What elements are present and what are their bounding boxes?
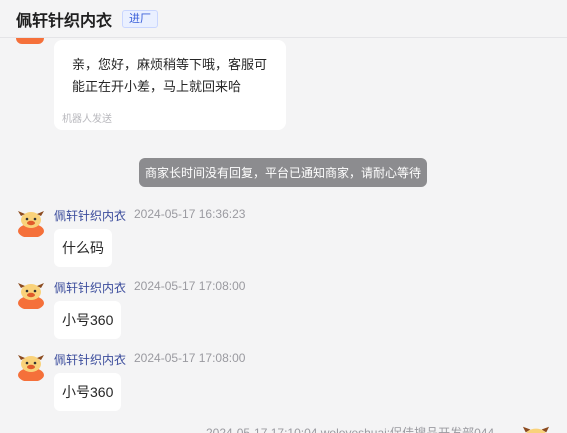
shop-name[interactable]: 佩轩针织内衣	[16, 7, 112, 31]
agent-avatar-icon[interactable]	[522, 423, 550, 433]
bot-message-text: 亲，您好，麻烦稍等下哦，客服可能正在开小差，马上就回来哈	[72, 57, 268, 94]
message-bubble: 小号360	[54, 301, 122, 339]
message-bubble: 什么码	[54, 229, 112, 267]
merchant-avatar-icon[interactable]	[16, 207, 46, 237]
sender-name: 佩轩针织内衣	[54, 353, 127, 367]
message-time: 2024-05-17 17:08:00	[134, 351, 246, 365]
shop-badge[interactable]: 进厂	[122, 9, 159, 28]
outgoing-message-meta: 2024-05-17 17:10:04 woloveshuai:促佳搜品开发部0…	[206, 426, 495, 433]
bot-sent-tag: 机器人发送	[62, 114, 112, 125]
message-bubble: 小号360	[54, 373, 122, 411]
chat-header: 佩轩针织内衣 进厂	[0, 0, 567, 38]
merchant-avatar-icon[interactable]	[16, 279, 46, 309]
bot-avatar	[16, 38, 44, 44]
sender-name: 佩轩针织内衣	[54, 209, 127, 223]
message-time: 2024-05-17 16:36:23	[134, 207, 246, 221]
bot-message-bubble: 亲，您好，麻烦稍等下哦，客服可能正在开小差，马上就回来哈 机器人发送	[54, 40, 286, 130]
message-time: 2024-05-17 17:08:00	[134, 279, 246, 293]
sender-name: 佩轩针织内衣	[54, 281, 127, 295]
system-notice: 商家长时间没有回复，平台已通知商家，请耐心等待	[139, 158, 427, 187]
merchant-avatar-icon[interactable]	[16, 351, 46, 381]
